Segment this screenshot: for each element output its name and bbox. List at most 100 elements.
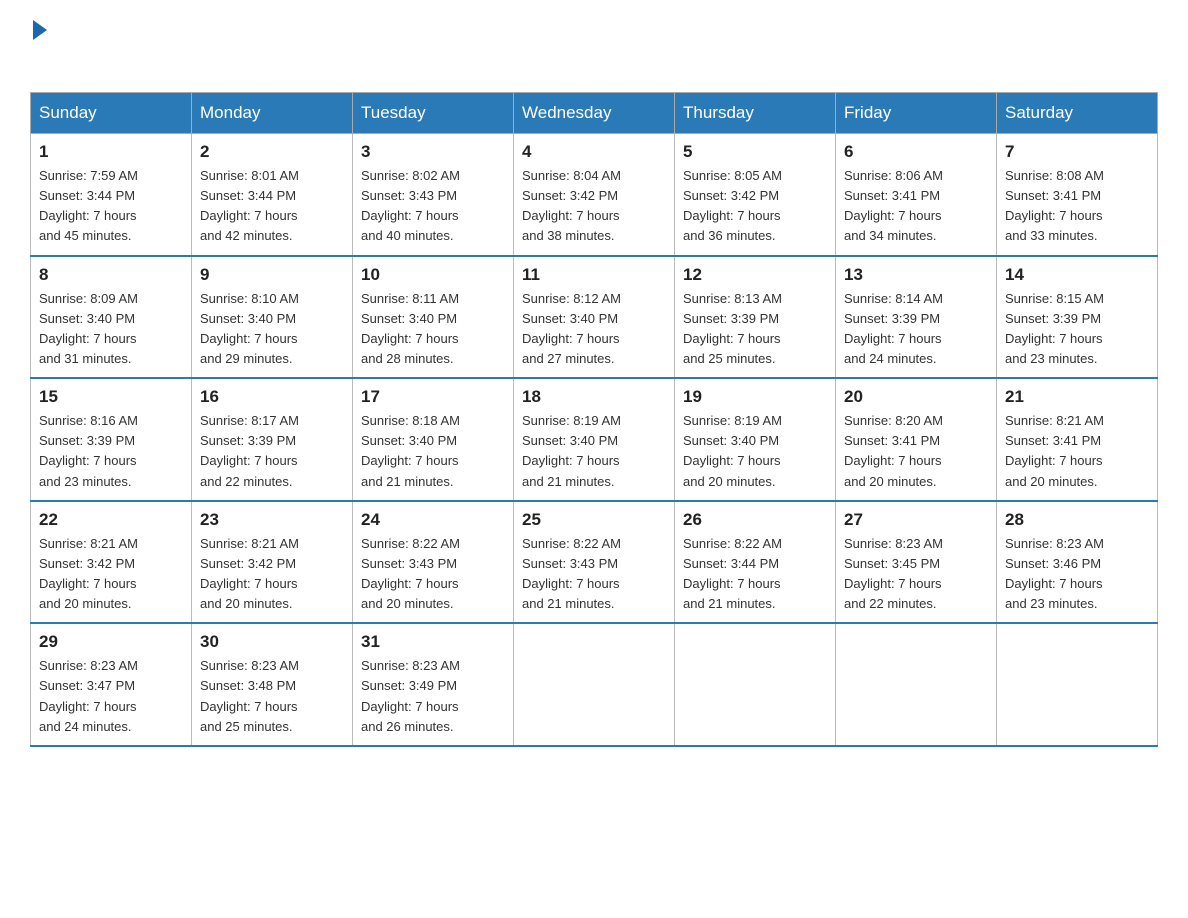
day-number: 15 [39, 387, 183, 407]
calendar-cell: 17 Sunrise: 8:18 AMSunset: 3:40 PMDayligh… [353, 378, 514, 501]
calendar-cell [836, 623, 997, 746]
calendar-cell: 12 Sunrise: 8:13 AMSunset: 3:39 PMDayligh… [675, 256, 836, 379]
day-info: Sunrise: 8:22 AMSunset: 3:44 PMDaylight:… [683, 536, 782, 611]
calendar-cell: 27 Sunrise: 8:23 AMSunset: 3:45 PMDayligh… [836, 501, 997, 624]
calendar-cell: 7 Sunrise: 8:08 AMSunset: 3:41 PMDaylight… [997, 134, 1158, 256]
day-number: 2 [200, 142, 344, 162]
day-info: Sunrise: 8:09 AMSunset: 3:40 PMDaylight:… [39, 291, 138, 366]
day-number: 13 [844, 265, 988, 285]
day-info: Sunrise: 8:19 AMSunset: 3:40 PMDaylight:… [683, 413, 782, 488]
day-info: Sunrise: 8:21 AMSunset: 3:42 PMDaylight:… [39, 536, 138, 611]
day-number: 7 [1005, 142, 1149, 162]
day-number: 6 [844, 142, 988, 162]
day-number: 26 [683, 510, 827, 530]
calendar-cell: 18 Sunrise: 8:19 AMSunset: 3:40 PMDayligh… [514, 378, 675, 501]
day-info: Sunrise: 8:01 AMSunset: 3:44 PMDaylight:… [200, 168, 299, 243]
calendar-cell: 21Sunrise: 8:21 AMSunset: 3:41 PMDayligh… [997, 378, 1158, 501]
calendar-cell: 16Sunrise: 8:17 AMSunset: 3:39 PMDayligh… [192, 378, 353, 501]
day-info: Sunrise: 8:20 AMSunset: 3:41 PMDaylight:… [844, 413, 943, 488]
day-number: 22 [39, 510, 183, 530]
calendar-cell: 10 Sunrise: 8:11 AMSunset: 3:40 PMDayligh… [353, 256, 514, 379]
calendar-cell: 25Sunrise: 8:22 AMSunset: 3:43 PMDayligh… [514, 501, 675, 624]
calendar-cell: 8 Sunrise: 8:09 AMSunset: 3:40 PMDaylight… [31, 256, 192, 379]
day-number: 21 [1005, 387, 1149, 407]
day-number: 20 [844, 387, 988, 407]
weekday-header-thursday: Thursday [675, 93, 836, 134]
day-info: Sunrise: 8:18 AMSunset: 3:40 PMDaylight:… [361, 413, 460, 488]
day-number: 17 [361, 387, 505, 407]
week-row-1: 1 Sunrise: 7:59 AMSunset: 3:44 PMDaylight… [31, 134, 1158, 256]
day-info: Sunrise: 8:19 AMSunset: 3:40 PMDaylight:… [522, 413, 621, 488]
day-number: 14 [1005, 265, 1149, 285]
day-number: 10 [361, 265, 505, 285]
calendar-cell [514, 623, 675, 746]
calendar-cell: 15 Sunrise: 8:16 AMSunset: 3:39 PMDayligh… [31, 378, 192, 501]
day-info: Sunrise: 8:21 AMSunset: 3:42 PMDaylight:… [200, 536, 299, 611]
day-info: Sunrise: 8:10 AMSunset: 3:40 PMDaylight:… [200, 291, 299, 366]
day-number: 27 [844, 510, 988, 530]
day-info: Sunrise: 8:23 AMSunset: 3:46 PMDaylight:… [1005, 536, 1104, 611]
calendar-cell: 11 Sunrise: 8:12 AMSunset: 3:40 PMDayligh… [514, 256, 675, 379]
logo-arrow-icon [33, 20, 47, 40]
day-number: 4 [522, 142, 666, 162]
calendar-cell: 23Sunrise: 8:21 AMSunset: 3:42 PMDayligh… [192, 501, 353, 624]
weekday-header-wednesday: Wednesday [514, 93, 675, 134]
calendar-cell: 5 Sunrise: 8:05 AMSunset: 3:42 PMDaylight… [675, 134, 836, 256]
day-number: 1 [39, 142, 183, 162]
day-info: Sunrise: 8:11 AMSunset: 3:40 PMDaylight:… [361, 291, 459, 366]
day-info: Sunrise: 8:04 AMSunset: 3:42 PMDaylight:… [522, 168, 621, 243]
calendar-table: SundayMondayTuesdayWednesdayThursdayFrid… [30, 92, 1158, 747]
calendar-cell: 28 Sunrise: 8:23 AMSunset: 3:46 PMDayligh… [997, 501, 1158, 624]
calendar-cell: 24Sunrise: 8:22 AMSunset: 3:43 PMDayligh… [353, 501, 514, 624]
day-info: Sunrise: 8:12 AMSunset: 3:40 PMDaylight:… [522, 291, 621, 366]
week-row-3: 15 Sunrise: 8:16 AMSunset: 3:39 PMDayligh… [31, 378, 1158, 501]
day-info: Sunrise: 8:15 AMSunset: 3:39 PMDaylight:… [1005, 291, 1104, 366]
day-info: Sunrise: 8:23 AMSunset: 3:49 PMDaylight:… [361, 658, 460, 733]
day-info: Sunrise: 8:05 AMSunset: 3:42 PMDaylight:… [683, 168, 782, 243]
day-info: Sunrise: 8:23 AMSunset: 3:45 PMDaylight:… [844, 536, 943, 611]
day-info: Sunrise: 8:16 AMSunset: 3:39 PMDaylight:… [39, 413, 138, 488]
day-info: Sunrise: 8:14 AMSunset: 3:39 PMDaylight:… [844, 291, 943, 366]
day-info: Sunrise: 8:23 AMSunset: 3:48 PMDaylight:… [200, 658, 299, 733]
day-number: 31 [361, 632, 505, 652]
day-number: 28 [1005, 510, 1149, 530]
weekday-header-sunday: Sunday [31, 93, 192, 134]
day-number: 11 [522, 265, 666, 285]
calendar-cell [675, 623, 836, 746]
day-number: 19 [683, 387, 827, 407]
day-number: 16 [200, 387, 344, 407]
day-info: Sunrise: 8:22 AMSunset: 3:43 PMDaylight:… [361, 536, 460, 611]
calendar-cell: 2 Sunrise: 8:01 AMSunset: 3:44 PMDaylight… [192, 134, 353, 256]
weekday-header-monday: Monday [192, 93, 353, 134]
weekday-header-tuesday: Tuesday [353, 93, 514, 134]
weekday-header-friday: Friday [836, 93, 997, 134]
day-info: Sunrise: 8:08 AMSunset: 3:41 PMDaylight:… [1005, 168, 1104, 243]
calendar-cell: 22 Sunrise: 8:21 AMSunset: 3:42 PMDayligh… [31, 501, 192, 624]
day-number: 9 [200, 265, 344, 285]
day-info: Sunrise: 7:59 AMSunset: 3:44 PMDaylight:… [39, 168, 138, 243]
calendar-cell: 30 Sunrise: 8:23 AMSunset: 3:48 PMDayligh… [192, 623, 353, 746]
day-number: 5 [683, 142, 827, 162]
day-number: 25 [522, 510, 666, 530]
day-number: 12 [683, 265, 827, 285]
calendar-cell: 26 Sunrise: 8:22 AMSunset: 3:44 PMDayligh… [675, 501, 836, 624]
weekday-header-saturday: Saturday [997, 93, 1158, 134]
page-header [30, 20, 1158, 72]
calendar-cell: 1 Sunrise: 7:59 AMSunset: 3:44 PMDaylight… [31, 134, 192, 256]
day-info: Sunrise: 8:06 AMSunset: 3:41 PMDaylight:… [844, 168, 943, 243]
day-number: 30 [200, 632, 344, 652]
day-number: 18 [522, 387, 666, 407]
calendar-cell: 13 Sunrise: 8:14 AMSunset: 3:39 PMDayligh… [836, 256, 997, 379]
calendar-cell: 20 Sunrise: 8:20 AMSunset: 3:41 PMDayligh… [836, 378, 997, 501]
calendar-cell: 29Sunrise: 8:23 AMSunset: 3:47 PMDayligh… [31, 623, 192, 746]
calendar-cell: 19 Sunrise: 8:19 AMSunset: 3:40 PMDayligh… [675, 378, 836, 501]
day-info: Sunrise: 8:13 AMSunset: 3:39 PMDaylight:… [683, 291, 782, 366]
week-row-2: 8 Sunrise: 8:09 AMSunset: 3:40 PMDaylight… [31, 256, 1158, 379]
day-number: 8 [39, 265, 183, 285]
week-row-5: 29Sunrise: 8:23 AMSunset: 3:47 PMDayligh… [31, 623, 1158, 746]
calendar-cell: 9 Sunrise: 8:10 AMSunset: 3:40 PMDaylight… [192, 256, 353, 379]
calendar-cell: 14 Sunrise: 8:15 AMSunset: 3:39 PMDayligh… [997, 256, 1158, 379]
week-row-4: 22 Sunrise: 8:21 AMSunset: 3:42 PMDayligh… [31, 501, 1158, 624]
day-info: Sunrise: 8:23 AMSunset: 3:47 PMDaylight:… [39, 658, 138, 733]
calendar-cell [997, 623, 1158, 746]
